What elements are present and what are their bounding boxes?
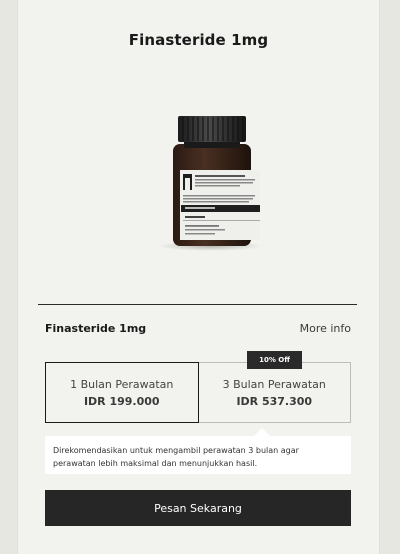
option-3-months[interactable]: 3 Bulan Perawatan IDR 537.300 [198, 362, 351, 423]
divider [38, 304, 357, 305]
product-info-row: Finasteride 1mg More info [45, 320, 351, 336]
recommendation-note: Direkomendasikan untuk mengambil perawat… [45, 436, 351, 474]
discount-badge: 10% Off [247, 351, 302, 369]
tooltip-arrow [254, 428, 270, 436]
page-title: Finasteride 1mg [128, 31, 269, 49]
option-label: 3 Bulan Perawatan [222, 377, 326, 391]
option-1-month[interactable]: 1 Bulan Perawatan IDR 199.000 [45, 362, 199, 423]
treatment-options: 1 Bulan Perawatan IDR 199.000 3 Bulan Pe… [45, 362, 351, 423]
option-label: 1 Bulan Perawatan [70, 377, 174, 391]
product-name: Finasteride 1mg [45, 321, 147, 335]
option-price: IDR 199.000 [83, 394, 160, 408]
order-now-button[interactable]: Pesan Sekarang [45, 490, 351, 526]
product-image [152, 112, 272, 252]
more-info-link[interactable]: More info [300, 322, 351, 335]
product-card: Finasteride 1mg Finasteride 1mg More inf… [17, 0, 380, 554]
option-price: IDR 537.300 [236, 394, 313, 408]
